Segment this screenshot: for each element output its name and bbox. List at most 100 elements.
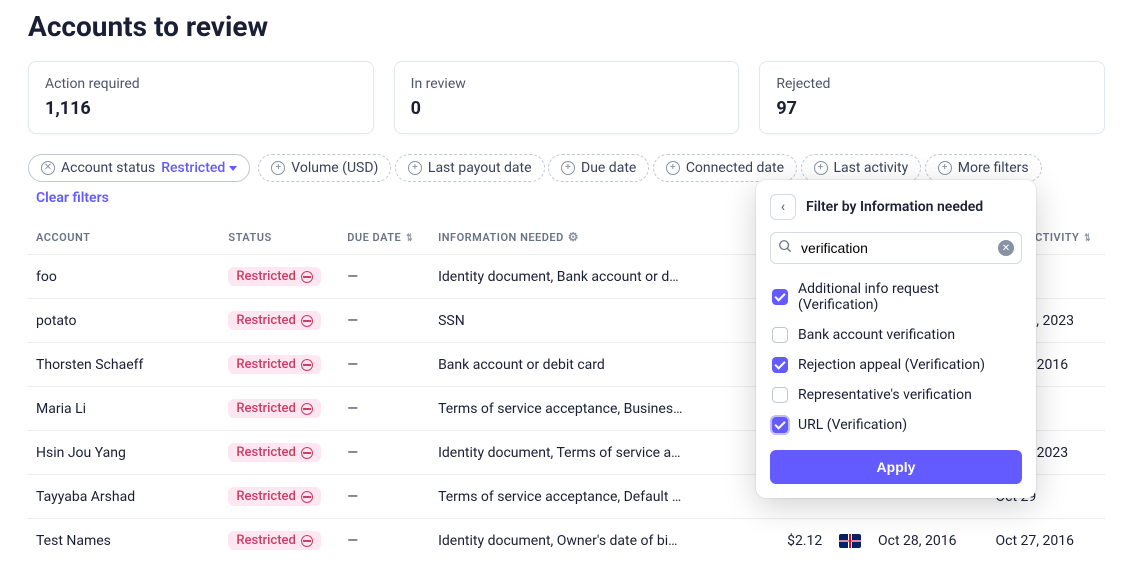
filter-label: Account status [61, 160, 155, 176]
apply-button[interactable]: Apply [770, 450, 1022, 484]
cell-last-activity: Oct 27, 2016 [988, 519, 1106, 563]
status-badge: Restricted [228, 355, 320, 374]
minus-circle-icon [301, 315, 313, 327]
checkbox[interactable] [772, 387, 788, 403]
cell-due: — [339, 343, 430, 387]
pill-label: Last activity [834, 160, 909, 176]
col-due-date[interactable]: Due date⇅ [339, 220, 430, 255]
cell-status: Restricted [220, 519, 339, 563]
option-label: Bank account verification [798, 327, 955, 343]
status-badge: Restricted [228, 267, 320, 286]
summary-card[interactable]: Action required1,116 [28, 61, 374, 134]
cell-status: Restricted [220, 343, 339, 387]
cell-due: — [339, 431, 430, 475]
cell-due: — [339, 475, 430, 519]
filter-search-input[interactable] [770, 232, 1022, 264]
add-filter-pill[interactable]: +Last activity [801, 154, 922, 182]
plus-icon: + [938, 161, 952, 175]
search-icon [778, 239, 792, 257]
flag-icon [839, 534, 861, 548]
plus-icon: + [561, 161, 575, 175]
cell-status: Restricted [220, 431, 339, 475]
summary-value: 0 [411, 98, 723, 119]
clear-filters-link[interactable]: Clear filters [36, 190, 109, 206]
status-badge: Restricted [228, 399, 320, 418]
cell-due: — [339, 255, 430, 299]
col-account[interactable]: Account [28, 220, 220, 255]
cell-volume: $2.12 [744, 519, 830, 563]
sort-icon: ⇅ [1085, 233, 1091, 244]
filter-value: Restricted [161, 160, 225, 176]
page-title: Accounts to review [28, 10, 1105, 43]
cell-info: Identity document, Terms of service a… [430, 431, 744, 475]
col-status[interactable]: Status [220, 220, 339, 255]
summary-row: Action required1,116 In review 0 Rejected 97 [28, 61, 1105, 134]
cell-status: Restricted [220, 387, 339, 431]
col-info-needed[interactable]: Information needed⚙ [430, 220, 744, 255]
checkbox[interactable] [772, 327, 788, 343]
summary-label: Rejected [776, 76, 1088, 92]
minus-circle-icon [301, 271, 313, 283]
sort-icon: ⇅ [407, 233, 413, 244]
status-badge: Restricted [228, 531, 320, 550]
cell-due: — [339, 387, 430, 431]
filter-option[interactable]: URL (Verification) [770, 410, 1022, 440]
cell-status: Restricted [220, 299, 339, 343]
status-badge: Restricted [228, 487, 320, 506]
checkbox[interactable] [772, 417, 788, 433]
minus-circle-icon [301, 491, 313, 503]
minus-circle-icon [301, 447, 313, 459]
cell-due: — [339, 519, 430, 563]
status-badge: Restricted [228, 311, 320, 330]
cell-info: Terms of service acceptance, Busines… [430, 387, 744, 431]
minus-circle-icon [301, 359, 313, 371]
filter-option[interactable]: Bank account verification [770, 320, 1022, 350]
summary-card[interactable]: In review 0 [394, 61, 740, 134]
minus-circle-icon [301, 535, 313, 547]
filter-account-status[interactable]: ✕ Account status Restricted [28, 154, 250, 182]
cell-info: Identity document, Owner's date of bi… [430, 519, 744, 563]
gear-icon: ⚙ [568, 230, 579, 244]
plus-icon: + [271, 161, 285, 175]
pill-label: More filters [958, 160, 1029, 176]
cell-status: Restricted [220, 475, 339, 519]
add-filter-pill[interactable]: + More filters [925, 154, 1042, 182]
clear-search-icon[interactable]: ✕ [998, 240, 1014, 256]
summary-label: In review [411, 76, 723, 92]
cell-info: Terms of service acceptance, Default … [430, 475, 744, 519]
add-filter-pill[interactable]: + Due date [548, 154, 649, 182]
minus-circle-icon [301, 403, 313, 415]
status-badge: Restricted [228, 443, 320, 462]
cell-account: Hsin Jou Yang [28, 431, 220, 475]
chevron-left-icon: ‹ [781, 199, 785, 215]
cell-info: SSN [430, 299, 744, 343]
add-filter-pill[interactable]: +Last payout date [395, 154, 545, 182]
summary-label: Action required [45, 76, 357, 92]
cell-account: Tayyaba Arshad [28, 475, 220, 519]
checkbox[interactable] [772, 289, 788, 305]
add-filter-pill[interactable]: + Volume (USD) [258, 154, 391, 182]
filter-option[interactable]: Representative's verification [770, 380, 1022, 410]
pill-label: Volume (USD) [291, 160, 378, 176]
filter-option[interactable]: Additional info request (Verification) [770, 274, 1022, 320]
option-label: Rejection appeal (Verification) [798, 357, 985, 373]
add-filter-pill[interactable]: +Connected date [653, 154, 797, 182]
option-label: Additional info request (Verification) [798, 281, 1020, 313]
cell-account: Maria Li [28, 387, 220, 431]
pill-label: Due date [581, 160, 636, 176]
summary-card[interactable]: Rejected 97 [759, 61, 1105, 134]
cell-account: Test Names [28, 519, 220, 563]
back-button[interactable]: ‹ [770, 194, 796, 220]
remove-icon: ✕ [41, 161, 55, 175]
checkbox[interactable] [772, 357, 788, 373]
plus-icon: + [408, 161, 422, 175]
filter-option[interactable]: Rejection appeal (Verification) [770, 350, 1022, 380]
summary-value: 97 [776, 98, 1088, 119]
cell-account: Thorsten Schaeff [28, 343, 220, 387]
cell-account: potato [28, 299, 220, 343]
filter-popover: ‹ Filter by Information needed ✕ Additio… [756, 180, 1036, 498]
cell-due: — [339, 299, 430, 343]
pill-label: Connected date [686, 160, 784, 176]
table-row[interactable]: Test Names Restricted —Identity document, … [28, 519, 1105, 563]
option-label: Representative's verification [798, 387, 972, 403]
